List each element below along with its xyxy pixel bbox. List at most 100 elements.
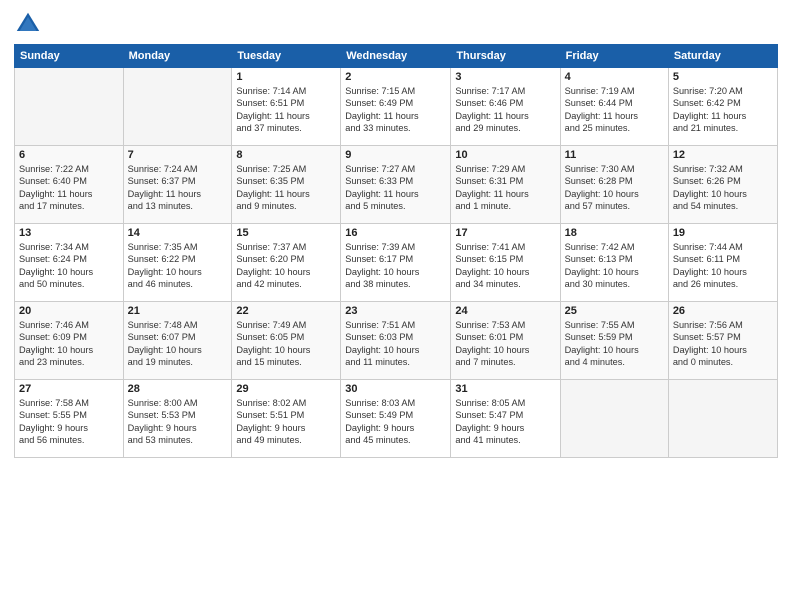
- day-detail: Sunrise: 7:19 AM Sunset: 6:44 PM Dayligh…: [565, 85, 664, 135]
- day-detail: Sunrise: 8:03 AM Sunset: 5:49 PM Dayligh…: [345, 397, 446, 447]
- day-cell: 2Sunrise: 7:15 AM Sunset: 6:49 PM Daylig…: [341, 68, 451, 146]
- day-detail: Sunrise: 7:20 AM Sunset: 6:42 PM Dayligh…: [673, 85, 773, 135]
- day-number: 11: [565, 149, 664, 161]
- day-detail: Sunrise: 7:41 AM Sunset: 6:15 PM Dayligh…: [455, 241, 555, 291]
- day-detail: Sunrise: 8:00 AM Sunset: 5:53 PM Dayligh…: [128, 397, 228, 447]
- day-cell: 6 Sunrise: 7:22 AM Sunset: 6:40 PM Daylig…: [15, 146, 124, 224]
- day-number: 19: [673, 227, 773, 239]
- day-number: 23: [345, 305, 446, 317]
- day-number: 6: [19, 149, 119, 161]
- day-detail: Sunrise: 7:32 AM Sunset: 6:26 PM Dayligh…: [673, 163, 773, 213]
- day-number: 25: [565, 305, 664, 317]
- day-cell: 8 Sunrise: 7:25 AM Sunset: 6:35 PM Daylig…: [232, 146, 341, 224]
- day-cell: [123, 68, 232, 146]
- day-header-wednesday: Wednesday: [341, 45, 451, 68]
- day-detail: Sunrise: 7:24 AM Sunset: 6:37 PM Dayligh…: [128, 163, 228, 213]
- day-detail: Sunrise: 7:58 AM Sunset: 5:55 PM Dayligh…: [19, 397, 119, 447]
- day-cell: 11 Sunrise: 7:30 AM Sunset: 6:28 PM Dayli…: [560, 146, 668, 224]
- day-number: 17: [455, 227, 555, 239]
- day-header-saturday: Saturday: [668, 45, 777, 68]
- day-detail: Sunrise: 7:15 AM Sunset: 6:49 PM Dayligh…: [345, 85, 446, 135]
- day-detail: Sunrise: 7:29 AM Sunset: 6:31 PM Dayligh…: [455, 163, 555, 213]
- day-number: 16: [345, 227, 446, 239]
- logo-icon: [14, 10, 42, 38]
- day-cell: 9Sunrise: 7:27 AM Sunset: 6:33 PM Daylig…: [341, 146, 451, 224]
- day-detail: Sunrise: 7:44 AM Sunset: 6:11 PM Dayligh…: [673, 241, 773, 291]
- day-detail: Sunrise: 7:53 AM Sunset: 6:01 PM Dayligh…: [455, 319, 555, 369]
- day-number: 21: [128, 305, 228, 317]
- day-detail: Sunrise: 7:42 AM Sunset: 6:13 PM Dayligh…: [565, 241, 664, 291]
- day-number: 29: [236, 383, 336, 395]
- day-detail: Sunrise: 7:49 AM Sunset: 6:05 PM Dayligh…: [236, 319, 336, 369]
- day-detail: Sunrise: 7:37 AM Sunset: 6:20 PM Dayligh…: [236, 241, 336, 291]
- day-number: 22: [236, 305, 336, 317]
- header: [14, 10, 778, 38]
- day-cell: 31 Sunrise: 8:05 AM Sunset: 5:47 PM Dayli…: [451, 380, 560, 458]
- day-cell: 22 Sunrise: 7:49 AM Sunset: 6:05 PM Dayli…: [232, 302, 341, 380]
- day-cell: 24 Sunrise: 7:53 AM Sunset: 6:01 PM Dayli…: [451, 302, 560, 380]
- day-number: 15: [236, 227, 336, 239]
- day-cell: 10 Sunrise: 7:29 AM Sunset: 6:31 PM Dayli…: [451, 146, 560, 224]
- day-cell: 28 Sunrise: 8:00 AM Sunset: 5:53 PM Dayli…: [123, 380, 232, 458]
- day-cell: 23 Sunrise: 7:51 AM Sunset: 6:03 PM Dayli…: [341, 302, 451, 380]
- day-cell: 30 Sunrise: 8:03 AM Sunset: 5:49 PM Dayli…: [341, 380, 451, 458]
- day-detail: Sunrise: 7:27 AM Sunset: 6:33 PM Dayligh…: [345, 163, 446, 213]
- day-number: 5: [673, 71, 773, 83]
- day-number: 14: [128, 227, 228, 239]
- day-number: 12: [673, 149, 773, 161]
- day-cell: [668, 380, 777, 458]
- day-cell: 4Sunrise: 7:19 AM Sunset: 6:44 PM Daylig…: [560, 68, 668, 146]
- day-number: 28: [128, 383, 228, 395]
- day-detail: Sunrise: 7:30 AM Sunset: 6:28 PM Dayligh…: [565, 163, 664, 213]
- day-detail: Sunrise: 7:46 AM Sunset: 6:09 PM Dayligh…: [19, 319, 119, 369]
- day-number: 30: [345, 383, 446, 395]
- day-cell: 29Sunrise: 8:02 AM Sunset: 5:51 PM Dayli…: [232, 380, 341, 458]
- day-number: 8: [236, 149, 336, 161]
- week-row-2: 13 Sunrise: 7:34 AM Sunset: 6:24 PM Dayli…: [15, 224, 778, 302]
- day-detail: Sunrise: 7:35 AM Sunset: 6:22 PM Dayligh…: [128, 241, 228, 291]
- logo: [14, 10, 46, 38]
- day-number: 18: [565, 227, 664, 239]
- day-number: 27: [19, 383, 119, 395]
- day-cell: 21 Sunrise: 7:48 AM Sunset: 6:07 PM Dayli…: [123, 302, 232, 380]
- day-detail: Sunrise: 8:05 AM Sunset: 5:47 PM Dayligh…: [455, 397, 555, 447]
- day-detail: Sunrise: 7:55 AM Sunset: 5:59 PM Dayligh…: [565, 319, 664, 369]
- day-detail: Sunrise: 7:14 AM Sunset: 6:51 PM Dayligh…: [236, 85, 336, 135]
- day-number: 3: [455, 71, 555, 83]
- day-cell: 25 Sunrise: 7:55 AM Sunset: 5:59 PM Dayli…: [560, 302, 668, 380]
- day-cell: 1 Sunrise: 7:14 AM Sunset: 6:51 PM Daylig…: [232, 68, 341, 146]
- day-header-sunday: Sunday: [15, 45, 124, 68]
- day-number: 13: [19, 227, 119, 239]
- day-number: 31: [455, 383, 555, 395]
- day-number: 20: [19, 305, 119, 317]
- day-cell: 19 Sunrise: 7:44 AM Sunset: 6:11 PM Dayli…: [668, 224, 777, 302]
- day-cell: [15, 68, 124, 146]
- day-detail: Sunrise: 7:22 AM Sunset: 6:40 PM Dayligh…: [19, 163, 119, 213]
- week-row-1: 6 Sunrise: 7:22 AM Sunset: 6:40 PM Daylig…: [15, 146, 778, 224]
- day-cell: 16 Sunrise: 7:39 AM Sunset: 6:17 PM Dayli…: [341, 224, 451, 302]
- day-cell: 18 Sunrise: 7:42 AM Sunset: 6:13 PM Dayli…: [560, 224, 668, 302]
- day-cell: 14 Sunrise: 7:35 AM Sunset: 6:22 PM Dayli…: [123, 224, 232, 302]
- day-detail: Sunrise: 7:51 AM Sunset: 6:03 PM Dayligh…: [345, 319, 446, 369]
- day-detail: Sunrise: 7:34 AM Sunset: 6:24 PM Dayligh…: [19, 241, 119, 291]
- page-container: SundayMondayTuesdayWednesdayThursdayFrid…: [0, 0, 792, 466]
- day-cell: [560, 380, 668, 458]
- calendar-table: SundayMondayTuesdayWednesdayThursdayFrid…: [14, 44, 778, 458]
- week-row-0: 1 Sunrise: 7:14 AM Sunset: 6:51 PM Daylig…: [15, 68, 778, 146]
- week-row-3: 20 Sunrise: 7:46 AM Sunset: 6:09 PM Dayli…: [15, 302, 778, 380]
- day-detail: Sunrise: 7:48 AM Sunset: 6:07 PM Dayligh…: [128, 319, 228, 369]
- day-number: 1: [236, 71, 336, 83]
- day-cell: 27 Sunrise: 7:58 AM Sunset: 5:55 PM Dayli…: [15, 380, 124, 458]
- day-cell: 5 Sunrise: 7:20 AM Sunset: 6:42 PM Daylig…: [668, 68, 777, 146]
- day-cell: 3Sunrise: 7:17 AM Sunset: 6:46 PM Daylig…: [451, 68, 560, 146]
- day-header-friday: Friday: [560, 45, 668, 68]
- day-detail: Sunrise: 7:25 AM Sunset: 6:35 PM Dayligh…: [236, 163, 336, 213]
- day-cell: 13 Sunrise: 7:34 AM Sunset: 6:24 PM Dayli…: [15, 224, 124, 302]
- day-cell: 20 Sunrise: 7:46 AM Sunset: 6:09 PM Dayli…: [15, 302, 124, 380]
- week-row-4: 27 Sunrise: 7:58 AM Sunset: 5:55 PM Dayli…: [15, 380, 778, 458]
- day-number: 24: [455, 305, 555, 317]
- day-detail: Sunrise: 7:39 AM Sunset: 6:17 PM Dayligh…: [345, 241, 446, 291]
- day-number: 10: [455, 149, 555, 161]
- day-header-monday: Monday: [123, 45, 232, 68]
- day-header-tuesday: Tuesday: [232, 45, 341, 68]
